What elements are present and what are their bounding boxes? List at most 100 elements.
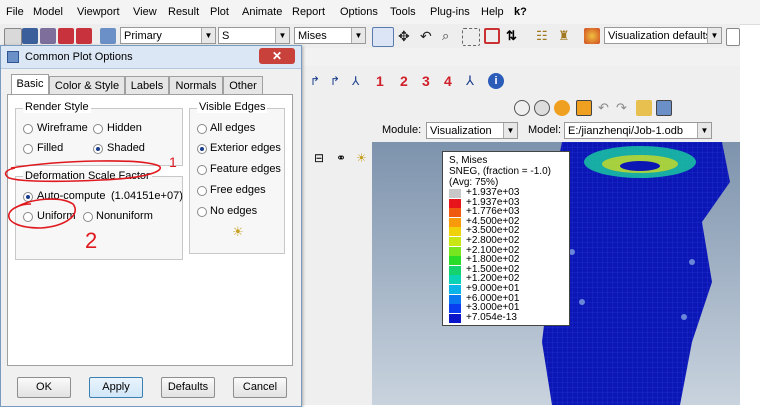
- tab-basic[interactable]: Basic: [11, 74, 49, 94]
- tab-other[interactable]: Other: [223, 76, 263, 94]
- palette-icon[interactable]: [584, 28, 600, 44]
- menu-model[interactable]: Model: [33, 6, 63, 18]
- wireframe-label: Wireframe: [37, 122, 88, 134]
- lock-icon[interactable]: [636, 100, 652, 116]
- common-plot-options-dialog: Common Plot Options ✕ Basic Color & Styl…: [0, 45, 302, 407]
- box-zoom-icon[interactable]: [462, 28, 480, 46]
- feature-edges-label: Feature edges: [210, 163, 281, 175]
- tab-color-style[interactable]: Color & Style: [49, 76, 125, 94]
- tab-labels[interactable]: Labels: [125, 76, 169, 94]
- exterior-edges-label: Exterior edges: [210, 142, 281, 154]
- redo-icon[interactable]: ↷: [616, 100, 632, 116]
- info-icon[interactable]: i: [488, 73, 504, 89]
- options-icon[interactable]: [726, 28, 740, 46]
- wireframe-icon[interactable]: [514, 100, 530, 116]
- undo-icon[interactable]: ↶: [598, 100, 614, 116]
- sync-icon[interactable]: [372, 27, 394, 47]
- viewport[interactable]: S, Mises SNEG, (fraction = -1.0) (Avg: 7…: [372, 142, 740, 405]
- s-combo[interactable]: S ▼: [218, 27, 290, 44]
- menu-result[interactable]: Result: [168, 6, 199, 18]
- all-edges-radio[interactable]: [197, 124, 207, 134]
- annotation-one: 1: [169, 154, 177, 170]
- module-label: Module:: [382, 124, 422, 136]
- filled-radio[interactable]: [23, 144, 33, 154]
- view-1-button[interactable]: 1: [376, 73, 384, 89]
- primary-combo-value: Primary: [124, 30, 162, 42]
- legend-swatch: [449, 237, 461, 246]
- render-style-title: Render Style: [23, 101, 91, 113]
- menu-animate[interactable]: Animate: [242, 6, 282, 18]
- menu-plot[interactable]: Plot: [210, 6, 229, 18]
- legend-swatch: [449, 198, 461, 208]
- chevron-down-icon: ▼: [275, 28, 289, 43]
- view-4-button[interactable]: 4: [444, 73, 452, 89]
- print-icon[interactable]: [40, 28, 56, 44]
- cycle-views-icon[interactable]: ⇅: [506, 28, 522, 44]
- cancel-button[interactable]: Cancel: [233, 377, 287, 398]
- new-file-icon[interactable]: [4, 28, 22, 46]
- menu-options[interactable]: Options: [340, 6, 378, 18]
- viz-defaults-combo[interactable]: Visualization defaults ▼: [604, 27, 722, 44]
- tab-normals[interactable]: Normals: [169, 76, 223, 94]
- view-2-button[interactable]: 2: [400, 73, 408, 89]
- legend-swatch: [449, 256, 461, 266]
- tree-icon[interactable]: ⊟: [314, 150, 330, 166]
- shaded-label: Shaded: [107, 142, 145, 154]
- no-edges-label: No edges: [210, 205, 258, 217]
- view-3-button[interactable]: 3: [422, 73, 430, 89]
- table-icon[interactable]: [656, 100, 672, 116]
- view-iso-icon[interactable]: ⅄: [352, 73, 368, 89]
- defaults-button[interactable]: Defaults: [161, 377, 215, 398]
- contour-legend: S, Mises SNEG, (fraction = -1.0) (Avg: 7…: [442, 151, 570, 326]
- view-list-icon[interactable]: ☷: [536, 28, 552, 44]
- hidden-icon[interactable]: [534, 100, 550, 116]
- toolbox: ⊟ ⚭ ☀ ⅄: [300, 142, 420, 405]
- menu-tools[interactable]: Tools: [390, 6, 416, 18]
- exterior-edges-radio[interactable]: [197, 144, 207, 154]
- pan-icon[interactable]: ✥: [398, 28, 414, 44]
- export-icon[interactable]: [76, 28, 92, 44]
- view-xy-icon[interactable]: ↱: [310, 73, 326, 89]
- module-combo[interactable]: Visualization ▼: [426, 122, 518, 139]
- menu-viewport[interactable]: Viewport: [77, 6, 120, 18]
- view-yz-icon[interactable]: ↱: [330, 73, 346, 89]
- rotate-icon[interactable]: ↶: [420, 28, 436, 44]
- save-icon[interactable]: [22, 28, 38, 44]
- print-layout-icon[interactable]: ♜: [558, 28, 574, 44]
- axis-triad-icon[interactable]: ⅄: [466, 73, 482, 89]
- chevron-down-icon: ▼: [503, 123, 517, 138]
- perspective-icon[interactable]: [576, 100, 592, 116]
- annotation-marks: [4, 160, 162, 229]
- import-icon[interactable]: [58, 28, 74, 44]
- whats-this-icon[interactable]: k?: [514, 6, 527, 18]
- ok-button[interactable]: OK: [17, 377, 71, 398]
- shaded-radio[interactable]: [93, 144, 103, 154]
- menu-view[interactable]: View: [133, 6, 157, 18]
- wireframe-radio[interactable]: [23, 124, 33, 134]
- magnify-icon[interactable]: ⌕: [442, 28, 458, 44]
- shaded-icon[interactable]: [554, 100, 570, 116]
- hidden-radio[interactable]: [93, 124, 103, 134]
- filled-label: Filled: [37, 142, 64, 154]
- annotation-two: 2: [85, 228, 98, 253]
- dialog-title: Common Plot Options: [25, 51, 133, 63]
- light-bulb-icon[interactable]: ☀: [232, 224, 244, 240]
- mises-combo[interactable]: Mises ▼: [294, 27, 366, 44]
- viz-defaults-value: Visualization defaults: [608, 30, 712, 42]
- light-icon[interactable]: ☀: [356, 150, 372, 166]
- menu-file[interactable]: File: [6, 6, 24, 18]
- module-bar: Module: Visualization ▼ Model: E:/jianzhe…: [300, 120, 740, 143]
- step-frame-icon[interactable]: [100, 28, 116, 44]
- primary-combo[interactable]: Primary ▼: [120, 27, 216, 44]
- model-combo[interactable]: E:/jianzhenqi/Job-1.odb ▼: [564, 122, 712, 139]
- legend-swatch: [449, 246, 461, 256]
- auto-fit-icon[interactable]: [484, 28, 500, 44]
- apply-button[interactable]: Apply: [89, 377, 143, 398]
- legend-swatch: [449, 294, 461, 304]
- menu-report[interactable]: Report: [292, 6, 325, 18]
- menu-plugins[interactable]: Plug-ins: [430, 6, 470, 18]
- close-button[interactable]: ✕: [259, 48, 295, 64]
- filter-icon[interactable]: ⚭: [336, 150, 352, 166]
- hidden-label: Hidden: [107, 122, 142, 134]
- menu-help[interactable]: Help: [481, 6, 504, 18]
